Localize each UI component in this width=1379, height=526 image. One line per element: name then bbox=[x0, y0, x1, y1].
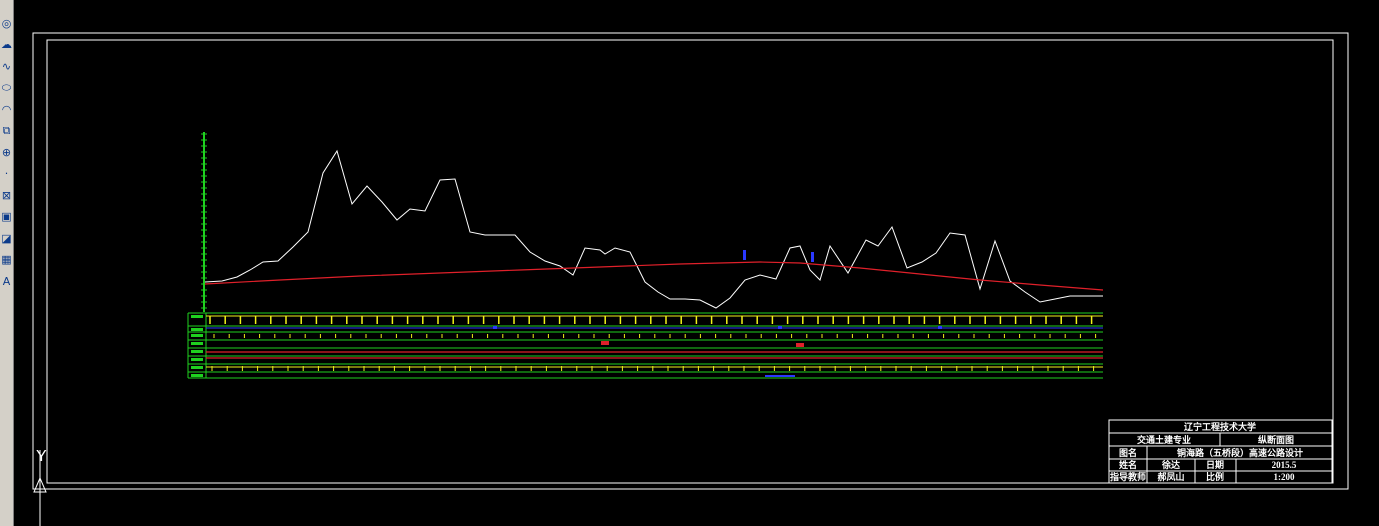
ucs-y-label: Y bbox=[36, 448, 47, 465]
sheet-outer-frame bbox=[32, 32, 1349, 490]
student-name: 徐达 bbox=[1161, 459, 1180, 470]
design-grade-line bbox=[204, 261, 1104, 291]
make-block-tool-icon[interactable]: ⊕ bbox=[0, 143, 13, 161]
advisor-name: 郝凤山 bbox=[1157, 471, 1184, 482]
scale-label: 比例 bbox=[1206, 471, 1224, 482]
multiline-text-tool-icon[interactable]: A bbox=[0, 272, 13, 290]
ellipse-arc-tool-icon[interactable]: ◠ bbox=[0, 100, 13, 118]
ground-profile-line bbox=[204, 149, 1103, 309]
region-tool-icon[interactable]: ◪ bbox=[0, 229, 13, 247]
drawing-name: 铜海路（五桥段）高速公路设计 bbox=[1177, 447, 1303, 458]
advisor-label: 指导教师 bbox=[1110, 471, 1146, 482]
structure-marker bbox=[743, 250, 746, 260]
gradient-tool-icon[interactable]: ▣ bbox=[0, 208, 13, 226]
elevation-scale-bar bbox=[201, 132, 207, 312]
title-block-text: 辽宁工程技术大学 交通土建专业 纵断面图 图名 铜海路（五桥段）高速公路设计 姓… bbox=[1110, 421, 1303, 482]
major-name: 交通土建专业 bbox=[1137, 434, 1191, 445]
drawing-type: 纵断面图 bbox=[1258, 434, 1294, 445]
date-label: 日期 bbox=[1206, 459, 1224, 470]
draw-toolbar: ◎ ☁ ∿ ⬭ ◠ ⧉ ⊕ · ⊠ ▣ ◪ ▦ A bbox=[0, 0, 14, 526]
insert-block-tool-icon[interactable]: ⧉ bbox=[0, 122, 13, 140]
point-tool-icon[interactable]: · bbox=[0, 165, 13, 183]
ucs-icon: Y bbox=[33, 448, 47, 526]
drawing-canvas[interactable]: Y 辽宁工程技术大学 交通土建专业 纵断面图 图名 铜海路（五桥段）高速公路设计… bbox=[14, 0, 1379, 526]
circle-tool-icon[interactable]: ◎ bbox=[0, 14, 13, 32]
scale-value: 1:200 bbox=[1274, 472, 1295, 482]
structure-marker bbox=[811, 252, 814, 262]
spline-tool-icon[interactable]: ∿ bbox=[0, 57, 13, 75]
name-label: 姓名 bbox=[1118, 459, 1137, 470]
profile-data-bands bbox=[187, 312, 1103, 379]
table-tool-icon[interactable]: ▦ bbox=[0, 251, 13, 269]
drawing-name-label: 图名 bbox=[1119, 447, 1137, 458]
school-name: 辽宁工程技术大学 bbox=[1184, 421, 1256, 432]
revision-cloud-tool-icon[interactable]: ☁ bbox=[0, 36, 13, 54]
hatch-tool-icon[interactable]: ⊠ bbox=[0, 186, 13, 204]
date-value: 2015.5 bbox=[1272, 460, 1297, 470]
sheet-inner-frame bbox=[46, 39, 1334, 484]
ellipse-tool-icon[interactable]: ⬭ bbox=[0, 79, 13, 97]
